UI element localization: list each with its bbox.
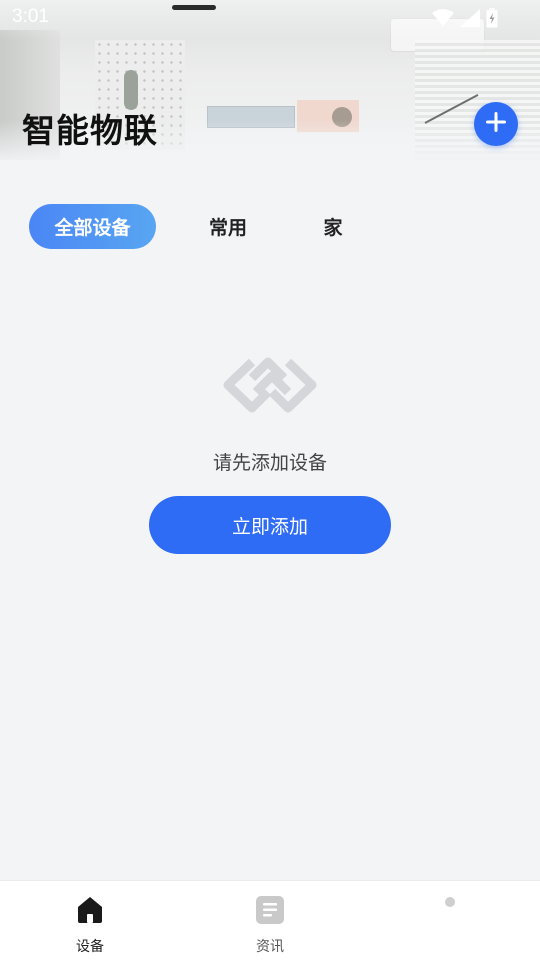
status-time: 3:01	[12, 6, 49, 27]
nav-item-news[interactable]: 资讯	[210, 881, 330, 960]
link-chain-icon	[222, 352, 318, 418]
tab-frequently-used[interactable]: 常用	[196, 204, 260, 249]
document-icon	[255, 895, 285, 925]
page-title: 智能物联	[22, 111, 158, 150]
dot-icon	[445, 897, 455, 907]
camera-cutout	[172, 5, 216, 10]
plus-icon	[485, 111, 507, 137]
nav-label: 资讯	[256, 939, 284, 955]
bottom-navigation: 设备 资讯	[0, 880, 540, 960]
nav-label: 设备	[76, 939, 104, 955]
signal-icon	[460, 9, 480, 31]
tab-home[interactable]: 家	[310, 204, 356, 249]
home-icon	[75, 895, 105, 925]
nav-item-more[interactable]	[390, 881, 510, 960]
nav-item-devices[interactable]: 设备	[30, 881, 150, 960]
tab-all-devices[interactable]: 全部设备	[29, 204, 156, 249]
wifi-icon	[432, 9, 454, 31]
add-device-button[interactable]	[474, 102, 518, 146]
empty-state-message: 请先添加设备	[212, 452, 327, 474]
status-bar: 3:01	[0, 0, 540, 36]
battery-charging-icon	[486, 8, 498, 32]
add-now-button[interactable]: 立即添加	[149, 496, 391, 554]
